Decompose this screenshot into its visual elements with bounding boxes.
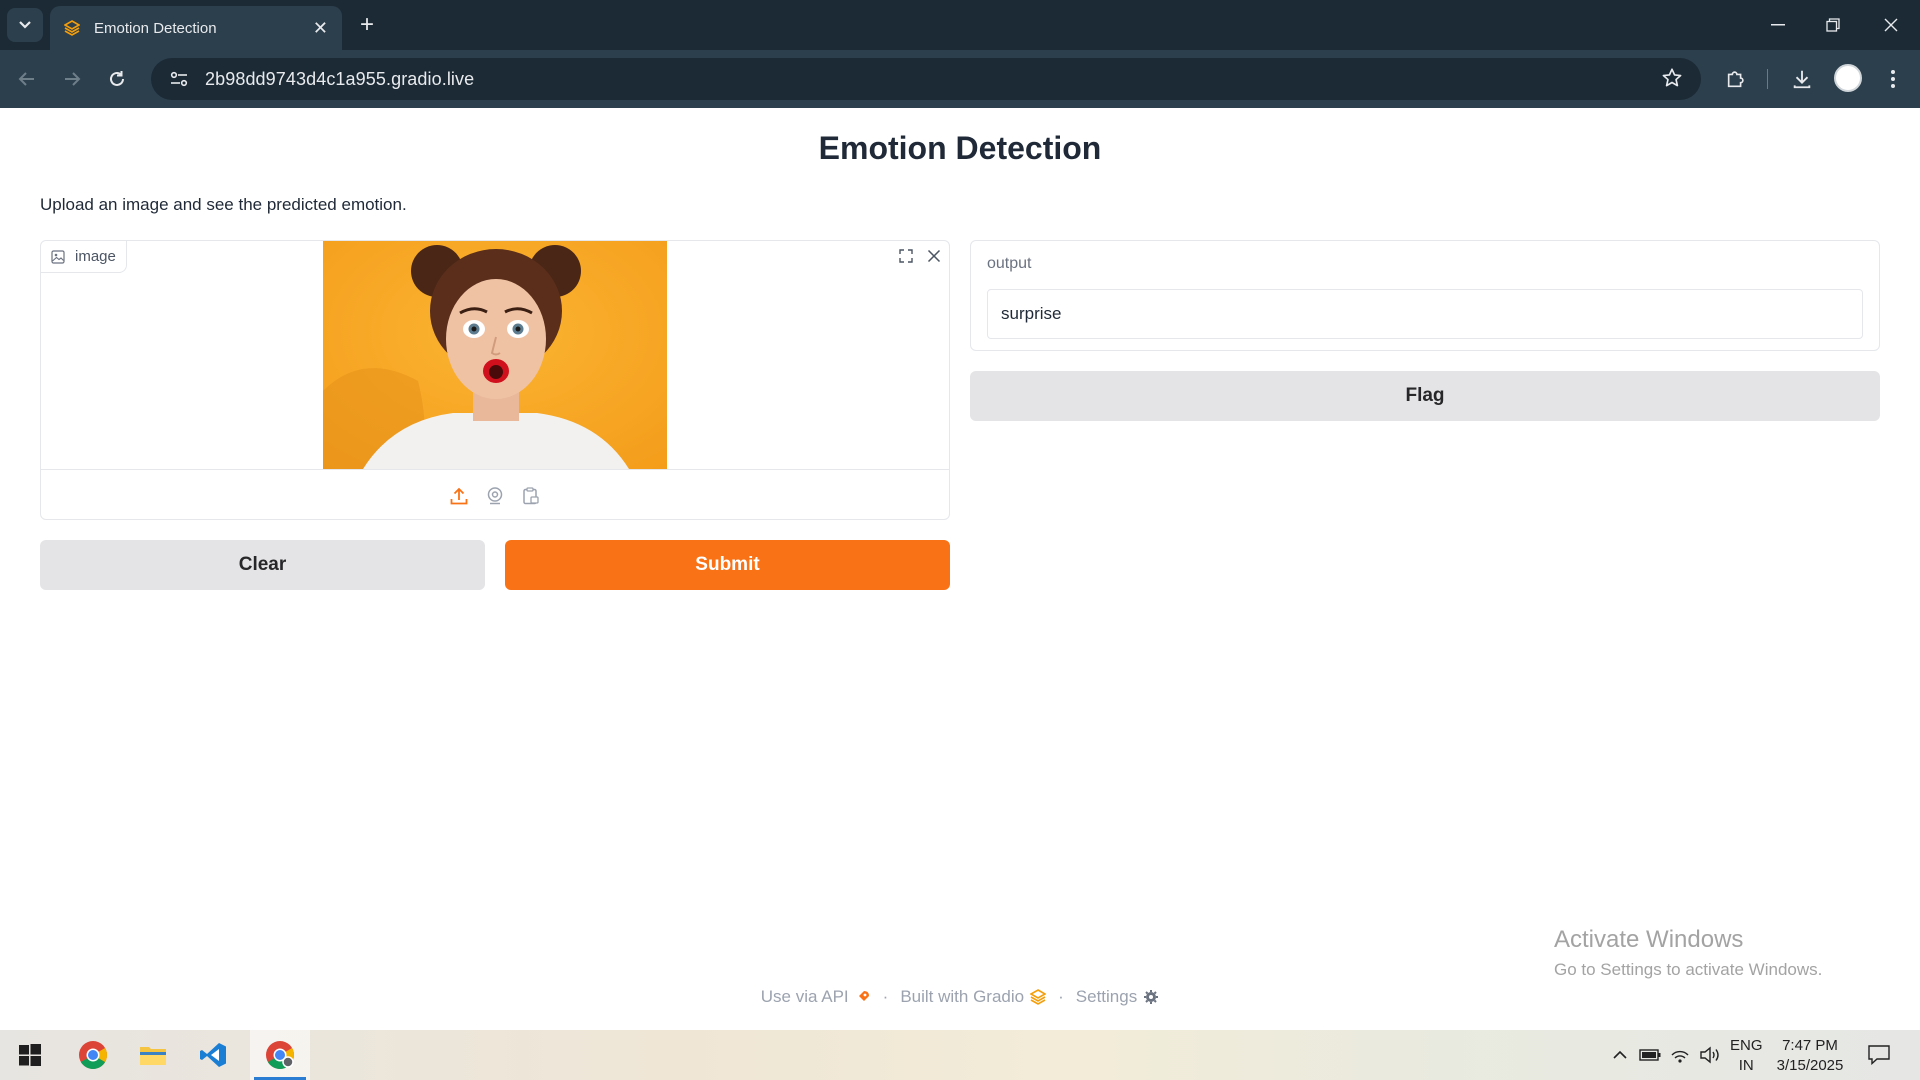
- battery-icon[interactable]: [1638, 1043, 1662, 1067]
- close-window-icon[interactable]: [1871, 8, 1911, 42]
- page-description: Upload an image and see the predicted em…: [40, 195, 407, 214]
- settings-link[interactable]: Settings: [1076, 987, 1159, 1007]
- output-textbox[interactable]: surprise: [987, 289, 1863, 339]
- vscode-icon[interactable]: [183, 1030, 243, 1080]
- clear-button[interactable]: Clear: [40, 540, 485, 590]
- footer: Use via API · Built with Gradio · Settin…: [0, 987, 1920, 1007]
- activate-windows-watermark: Activate Windows Go to Settings to activ…: [1554, 926, 1822, 980]
- gradio-logo-icon: [64, 20, 80, 36]
- language-code: ENG: [1730, 1037, 1763, 1054]
- gradio-logo-icon: [1030, 989, 1047, 1005]
- fullscreen-icon[interactable]: [893, 243, 919, 269]
- use-via-api-link[interactable]: Use via API: [761, 987, 871, 1007]
- taskbar-clock[interactable]: 7:47 PM 3/15/2025: [1774, 1036, 1846, 1076]
- language-region: IN: [1738, 1057, 1754, 1074]
- minimize-icon[interactable]: [1758, 8, 1798, 42]
- image-input-panel[interactable]: image: [40, 240, 950, 520]
- browser-tab[interactable]: Emotion Detection ✕: [50, 6, 342, 50]
- volume-icon[interactable]: [1698, 1043, 1722, 1067]
- footer-separator: ·: [882, 987, 889, 1006]
- output-label: output: [987, 255, 1032, 272]
- clear-image-icon[interactable]: [921, 243, 947, 269]
- tab-title: Emotion Detection: [94, 19, 217, 37]
- footer-separator: ·: [1058, 987, 1064, 1006]
- settings-label: Settings: [1075, 987, 1138, 1006]
- built-with-gradio-link[interactable]: Built with Gradio: [900, 987, 1047, 1007]
- uploaded-photo: [323, 241, 667, 469]
- address-bar[interactable]: 2b98dd9743d4c1a955.gradio.live: [151, 58, 1701, 100]
- reload-icon[interactable]: [100, 62, 134, 96]
- tab-close-icon[interactable]: ✕: [313, 18, 328, 39]
- image-label-text: image: [75, 248, 116, 265]
- tab-search-button[interactable]: [7, 8, 43, 42]
- rocket-icon: [857, 991, 869, 1002]
- browser-titlebar: Emotion Detection ✕ +: [0, 0, 1920, 50]
- notifications-icon[interactable]: [1867, 1043, 1891, 1067]
- input-language-indicator[interactable]: ENG IN: [1730, 1036, 1763, 1076]
- webcam-icon[interactable]: [483, 484, 507, 508]
- menu-kebab-icon[interactable]: [1876, 62, 1910, 96]
- file-explorer-icon[interactable]: [123, 1030, 183, 1080]
- new-tab-icon[interactable]: +: [352, 10, 382, 40]
- image-controls: [891, 241, 949, 271]
- image-source-bar: [41, 470, 949, 519]
- page-title: Emotion Detection: [818, 130, 1102, 166]
- back-arrow-icon[interactable]: [10, 62, 44, 96]
- activate-windows-title: Activate Windows: [1554, 926, 1744, 953]
- flag-button[interactable]: Flag: [970, 371, 1880, 421]
- clock-date: 3/15/2025: [1776, 1057, 1844, 1074]
- chrome-active-window-icon[interactable]: [250, 1030, 310, 1080]
- upload-icon[interactable]: [447, 484, 471, 508]
- forward-arrow-icon[interactable]: [55, 62, 89, 96]
- restore-icon[interactable]: [1813, 8, 1853, 42]
- chevron-down-icon: [19, 21, 31, 29]
- gear-icon: [1144, 990, 1159, 1004]
- extensions-icon[interactable]: [1719, 62, 1753, 96]
- site-info-icon[interactable]: [159, 58, 199, 100]
- use-via-api-label: Use via API: [760, 987, 849, 1006]
- browser-toolbar: 2b98dd9743d4c1a955.gradio.live: [0, 50, 1920, 108]
- paste-clipboard-icon[interactable]: [519, 484, 543, 508]
- image-icon: [51, 249, 65, 264]
- built-with-gradio-label: Built with Gradio: [900, 987, 1025, 1006]
- bookmark-star-icon[interactable]: [1661, 67, 1683, 94]
- clock-time: 7:47 PM: [1782, 1037, 1838, 1054]
- url-text[interactable]: 2b98dd9743d4c1a955.gradio.live: [205, 69, 474, 90]
- submit-button[interactable]: Submit: [505, 540, 950, 590]
- chrome-icon[interactable]: [63, 1030, 123, 1080]
- windows-taskbar: [0, 1030, 1920, 1080]
- image-input-label: image: [41, 241, 127, 273]
- activate-windows-subtitle: Go to Settings to activate Windows.: [1554, 960, 1823, 979]
- toolbar-separator: [1767, 69, 1768, 89]
- profile-avatar[interactable]: [1834, 64, 1862, 92]
- download-icon[interactable]: [1785, 62, 1819, 96]
- tray-overflow-chevron-icon[interactable]: [1608, 1043, 1632, 1067]
- output-panel: output surprise: [970, 240, 1880, 351]
- windows-start-icon[interactable]: [0, 1030, 60, 1080]
- wifi-icon[interactable]: [1668, 1043, 1692, 1067]
